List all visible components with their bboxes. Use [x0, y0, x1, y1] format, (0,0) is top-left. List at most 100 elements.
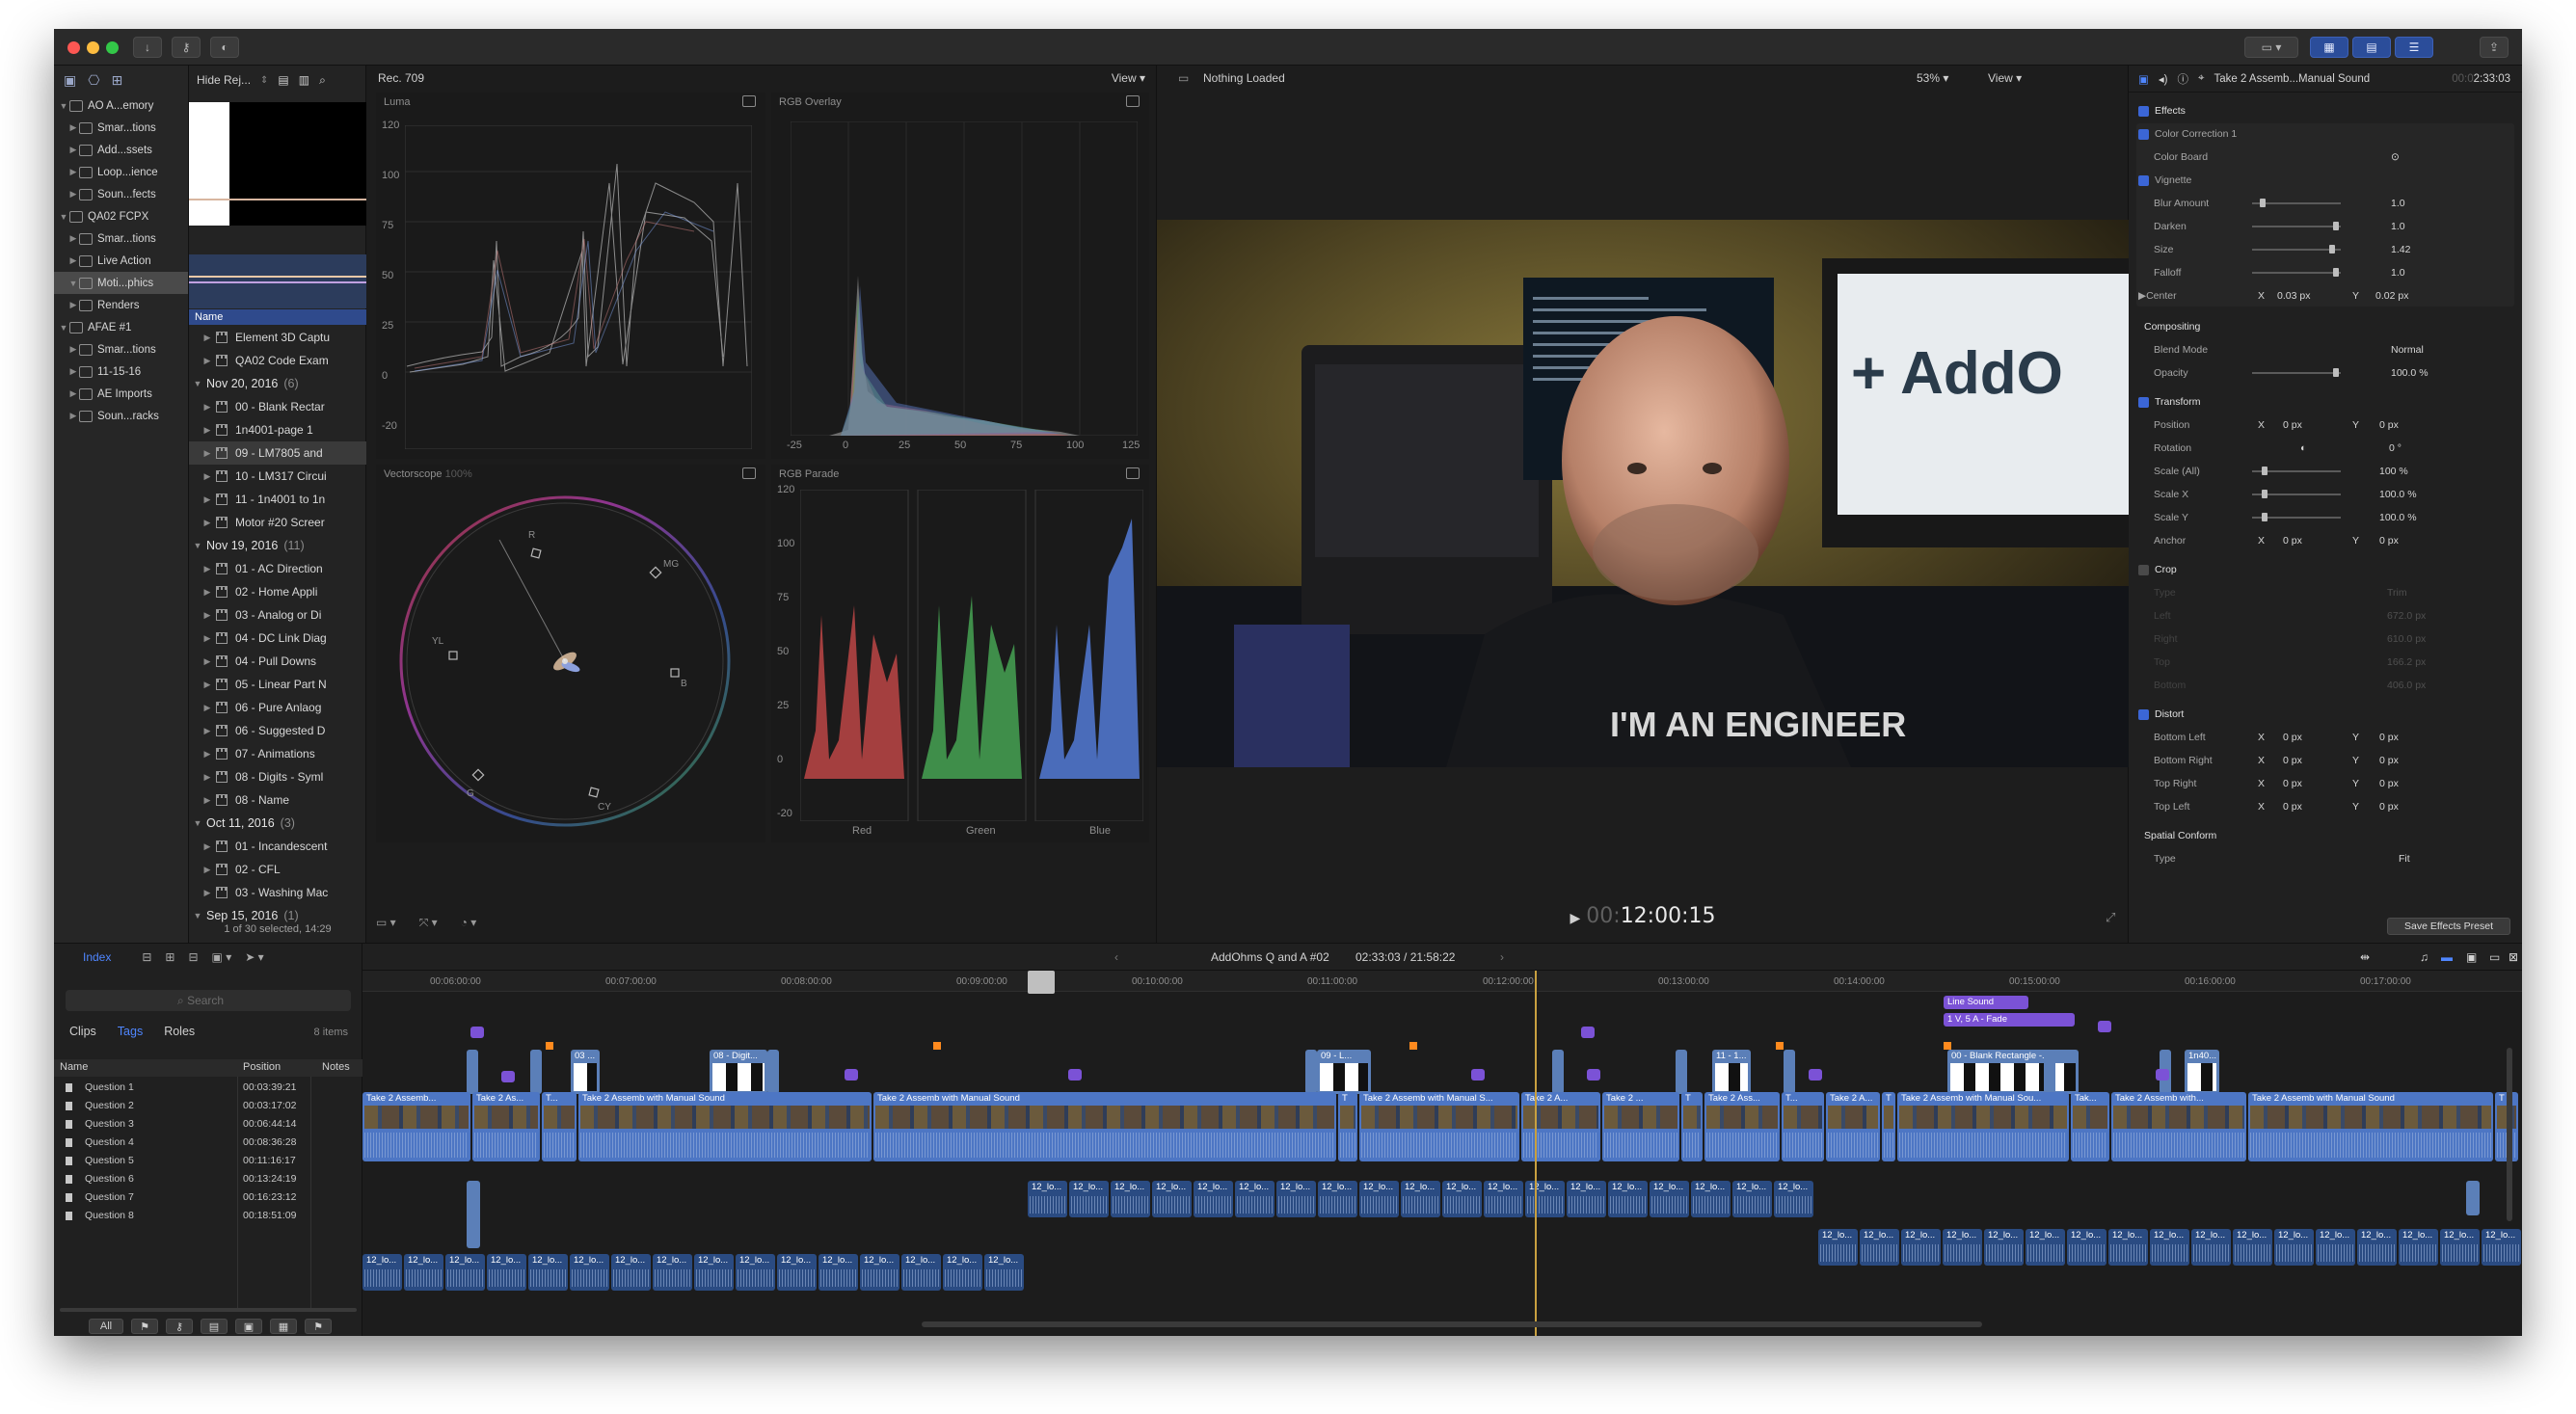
overwrite-icon[interactable]: ▣ ▾ — [212, 950, 232, 964]
disclosure-closed-icon[interactable]: ▶ — [199, 726, 216, 736]
audio-clip[interactable]: 12_lo... — [2191, 1229, 2231, 1266]
close-window-button[interactable] — [67, 41, 80, 54]
audio-clip[interactable]: 12_lo... — [2274, 1229, 2314, 1266]
audio-clip[interactable]: 12_lo... — [2233, 1229, 2272, 1266]
connected-clip-small[interactable] — [767, 1050, 779, 1094]
filter-chapter-icon[interactable]: ▦ — [270, 1319, 297, 1334]
disclosure-closed-icon[interactable]: ▶ — [199, 448, 216, 459]
library-item[interactable]: ▶ Renders — [54, 294, 188, 316]
index-button[interactable]: Index — [83, 950, 111, 964]
inspector-value[interactable]: 100.0 % — [2379, 512, 2417, 523]
audio-clip[interactable]: 12_lo... — [818, 1254, 858, 1291]
primary-clip[interactable]: Tak... — [2071, 1092, 2109, 1161]
browser-clip[interactable]: ▶ 01 - Incandescent — [189, 835, 366, 858]
back-arrow-icon[interactable]: ‹ — [1114, 950, 1118, 964]
inspector-value[interactable]: 100.0 % — [2391, 367, 2428, 379]
primary-clip[interactable]: T... — [542, 1092, 577, 1161]
disclosure-closed-icon[interactable]: ▶ — [67, 255, 79, 266]
inspector-slider[interactable] — [2252, 467, 2341, 475]
connected-clip[interactable]: 03 ... — [571, 1050, 600, 1094]
connected-clip-small[interactable] — [1676, 1050, 1687, 1094]
background-tasks-button[interactable]: ◐ — [210, 37, 239, 58]
audio-clip[interactable]: 12_lo... — [1359, 1181, 1399, 1217]
enable-checkbox[interactable] — [2138, 128, 2149, 140]
browser-clip[interactable]: ▶ Element 3D Captu — [189, 326, 366, 349]
audio-clip[interactable]: 12_lo... — [694, 1254, 734, 1291]
disclosure-closed-icon[interactable]: ▶ — [67, 344, 79, 355]
blend-mode-popup[interactable]: Normal — [2391, 344, 2424, 356]
audio-clip[interactable]: 12_lo... — [2399, 1229, 2438, 1266]
marker[interactable] — [1409, 1042, 1417, 1050]
disclosure-closed-icon[interactable]: ▶ — [199, 680, 216, 690]
y-value[interactable]: 0 px — [2379, 535, 2399, 547]
audio-clip[interactable]: 12_lo... — [404, 1254, 443, 1291]
disclosure-closed-icon[interactable]: ▶ — [199, 587, 216, 598]
disclosure-closed-icon[interactable]: ▶ — [2138, 290, 2146, 302]
connected-clip-small[interactable] — [467, 1050, 478, 1094]
horizontal-scrollbar[interactable] — [922, 1321, 1982, 1327]
select-tool-icon[interactable]: ➤ ▾ — [245, 950, 263, 964]
timeline-ruler[interactable]: 00:06:00:00 00:07:00:00 00:08:00:00 00:09:0… — [362, 971, 2522, 992]
append-icon[interactable]: ⊟ — [188, 950, 198, 964]
disclosure-closed-icon[interactable]: ▶ — [199, 610, 216, 621]
index-row[interactable]: Question 2 00:03:17:02 — [54, 1097, 362, 1115]
hide-rejected-menu[interactable]: Hide Rej... — [197, 73, 251, 87]
effects-browser-icon[interactable]: ⊠ — [2509, 950, 2518, 964]
inspector-value[interactable]: 100 % — [2379, 466, 2408, 477]
speed-icon[interactable]: ◔ ▾ — [461, 916, 477, 930]
x-value[interactable]: 0 px — [2283, 419, 2302, 431]
disclosure-open-icon[interactable]: ▼ — [58, 101, 69, 111]
audio-clip[interactable]: 12_lo... — [1276, 1181, 1316, 1217]
scope-settings-icon[interactable] — [1126, 467, 1140, 479]
keyword-tag[interactable] — [501, 1071, 515, 1082]
primary-clip[interactable]: T — [1338, 1092, 1357, 1161]
inspector-value[interactable]: 672.0 px — [2387, 610, 2426, 622]
date-group[interactable]: ▼ Oct 11, 2016 (3) — [189, 812, 366, 835]
playhead[interactable] — [1535, 971, 1537, 1336]
audio-clip[interactable]: 12_lo... — [1818, 1229, 1858, 1266]
audio-clip[interactable]: 12_lo... — [2067, 1229, 2106, 1266]
disclosure-open-icon[interactable]: ▼ — [189, 818, 206, 828]
audio-clip[interactable]: 12_lo... — [1774, 1181, 1813, 1217]
audio-clip[interactable]: 12_lo... — [1732, 1181, 1772, 1217]
inspector-slider[interactable] — [2252, 222, 2341, 230]
disclosure-closed-icon[interactable]: ▶ — [199, 865, 216, 875]
slider-knob[interactable] — [2261, 467, 2267, 475]
enable-checkbox[interactable] — [2138, 564, 2149, 575]
disclosure-closed-icon[interactable]: ▶ — [67, 388, 79, 399]
browser-clip[interactable]: ▶ 06 - Pure Anlaog — [189, 696, 366, 719]
index-tab-tags[interactable]: Tags — [118, 1025, 143, 1038]
col-notes[interactable]: Notes — [322, 1061, 350, 1073]
info-inspector-icon[interactable]: ⓘ — [2177, 71, 2188, 87]
inspector-slider[interactable] — [2252, 368, 2341, 377]
disclosure-closed-icon[interactable]: ▶ — [199, 494, 216, 505]
browser-clip[interactable]: ▶ 01 - AC Direction — [189, 557, 366, 580]
slider-knob[interactable] — [2333, 222, 2340, 230]
disclosure-closed-icon[interactable]: ▶ — [199, 633, 216, 644]
inspector-value[interactable]: 1.42 — [2391, 244, 2410, 255]
connected-clip-small[interactable] — [1784, 1050, 1795, 1094]
primary-clip[interactable]: Take 2 Assemb with... — [2111, 1092, 2246, 1161]
audio-clip[interactable]: 12_lo... — [901, 1254, 941, 1291]
connected-audio[interactable] — [2466, 1181, 2480, 1215]
primary-clip[interactable]: Take 2 Assemb with Manual Sound — [578, 1092, 872, 1161]
connected-clip[interactable]: 1n40... — [2185, 1050, 2219, 1094]
audio-clip[interactable]: 12_lo... — [2357, 1229, 2397, 1266]
audio-clip[interactable]: 12_lo... — [2440, 1229, 2480, 1266]
y-value[interactable]: 0 px — [2379, 801, 2399, 813]
x-value[interactable]: 0 px — [2283, 801, 2302, 813]
primary-clip[interactable]: Take 2 Assemb with Manual S... — [1359, 1092, 1519, 1161]
scope-settings-icon[interactable] — [742, 95, 756, 107]
audio-clip[interactable]: 12_lo... — [2316, 1229, 2355, 1266]
audio-skimming-icon[interactable]: ♫ — [2420, 950, 2428, 964]
y-value[interactable]: 0 px — [2379, 419, 2399, 431]
filter-flag-icon[interactable]: ⚑ — [305, 1319, 332, 1334]
insert-icon[interactable]: ⊞ — [165, 950, 174, 964]
enable-checkbox[interactable] — [2138, 105, 2149, 117]
library-item[interactable]: ▶ Soun...racks — [54, 405, 188, 427]
inspector-value[interactable]: 610.0 px — [2387, 633, 2426, 645]
video-frame[interactable]: + AddO I'M AN ENGINEER — [1157, 220, 2129, 767]
connected-clip[interactable]: 08 - Digit... — [710, 1050, 767, 1094]
library-item[interactable]: ▶ AE Imports — [54, 383, 188, 405]
audio-clip[interactable]: 12_lo... — [2150, 1229, 2189, 1266]
